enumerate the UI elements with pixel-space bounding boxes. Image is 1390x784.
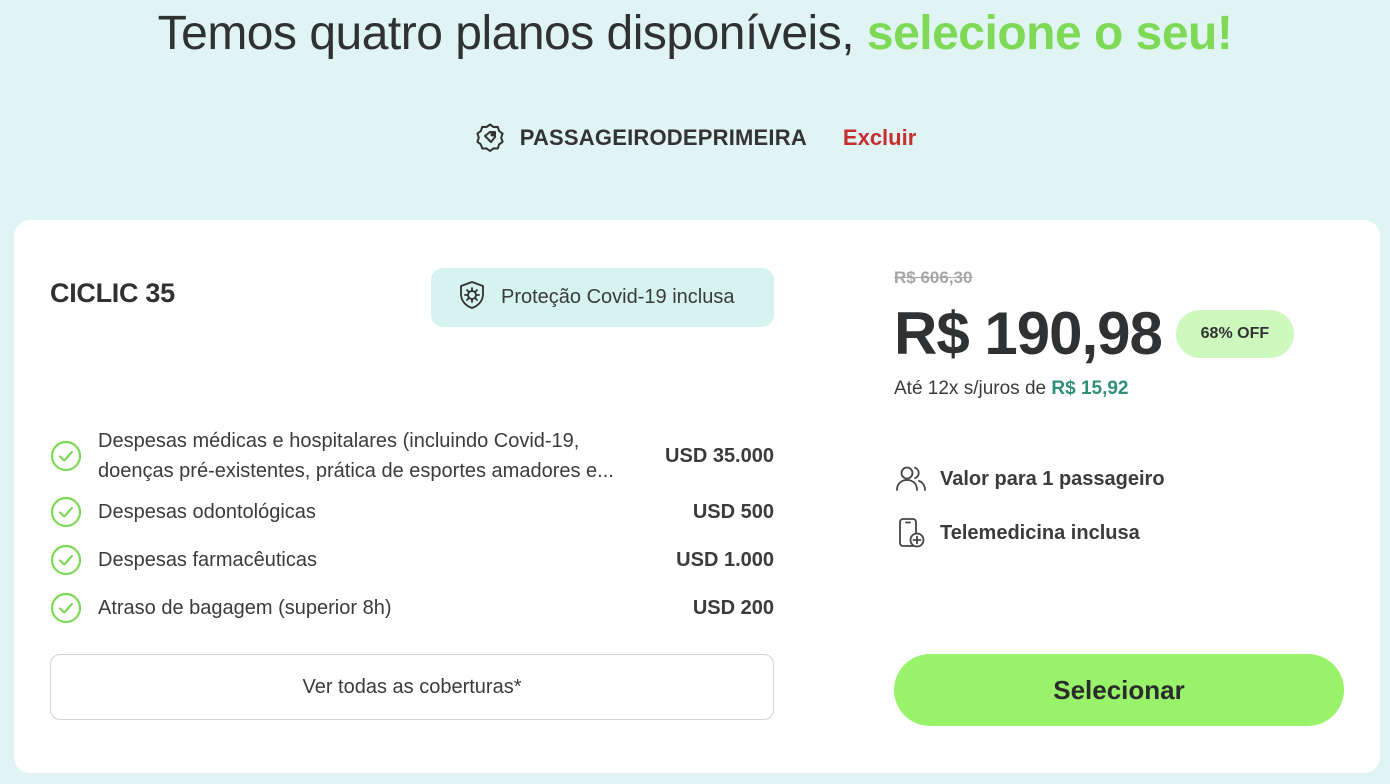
covid-badge: Proteção Covid-19 inclusa <box>431 268 774 327</box>
coverage-item: Despesas médicas e hospitalares (incluin… <box>50 424 774 488</box>
pricing-panel: R$ 606,30 R$ 190,98 68% OFF Até 12x s/ju… <box>894 268 1344 548</box>
current-price: R$ 190,98 <box>894 300 1163 367</box>
feature-telemedicine-label: Telemedicina inclusa <box>940 521 1140 544</box>
check-circle-icon <box>50 496 82 528</box>
check-circle-icon <box>50 592 82 624</box>
view-all-coverages-button[interactable]: Ver todas as coberturas* <box>50 654 774 720</box>
coupon-bar: PASSAGEIRODEPRIMEIRA Excluir <box>0 122 1390 154</box>
old-price: R$ 606,30 <box>894 268 973 287</box>
virus-shield-icon <box>457 280 487 315</box>
installments-value: R$ 15,92 <box>1051 378 1129 399</box>
feature-telemedicine: Telemedicina inclusa <box>894 516 1140 550</box>
page-title: Temos quatro planos disponíveis, selecio… <box>0 6 1390 61</box>
coverage-amount: USD 35.000 <box>665 444 774 467</box>
coverage-label: Despesas farmacêuticas <box>98 549 317 571</box>
discount-badge: 68% OFF <box>1175 310 1294 358</box>
coverage-item: Atraso de bagagem (superior 8h) USD 200 <box>50 584 774 632</box>
installments-info: Até 12x s/juros de R$ 15,92 <box>894 378 1344 400</box>
coverage-item: Despesas farmacêuticas USD 1.000 <box>50 536 774 584</box>
coverage-list: Despesas médicas e hospitalares (incluin… <box>50 424 774 632</box>
feature-passengers-label: Valor para 1 passageiro <box>940 467 1165 490</box>
telemedicine-icon <box>894 516 928 550</box>
coverage-label: Despesas odontológicas <box>98 501 316 523</box>
covid-badge-label: Proteção Covid-19 inclusa <box>501 286 735 308</box>
users-icon <box>894 462 928 496</box>
check-circle-icon <box>50 440 82 472</box>
plan-card: CICLIC 35 Proteção Covid-19 inclusa Desp… <box>14 220 1380 773</box>
remove-coupon-link[interactable]: Excluir <box>843 125 916 151</box>
plan-name: CICLIC 35 <box>50 278 175 308</box>
installments-text: Até 12x s/juros de <box>894 378 1047 399</box>
check-circle-icon <box>50 544 82 576</box>
coupon-code: PASSAGEIRODEPRIMEIRA <box>519 125 807 150</box>
coverage-label: Atraso de bagagem (superior 8h) <box>98 597 392 619</box>
feature-passengers: Valor para 1 passageiro <box>894 462 1165 496</box>
coverage-label: Despesas médicas e hospitalares (incluin… <box>98 430 614 482</box>
tag-icon <box>474 122 506 154</box>
page: Temos quatro planos disponíveis, selecio… <box>0 0 1390 784</box>
coverage-item: Despesas odontológicas USD 500 <box>50 488 774 536</box>
coverage-amount: USD 1.000 <box>676 548 774 571</box>
coverage-amount: USD 200 <box>692 596 774 619</box>
title-highlight: selecione o seu! <box>866 7 1233 60</box>
select-plan-button[interactable]: Selecionar <box>894 654 1344 726</box>
title-main: Temos quatro planos disponíveis, <box>157 7 855 60</box>
coverage-amount: USD 500 <box>692 500 774 523</box>
